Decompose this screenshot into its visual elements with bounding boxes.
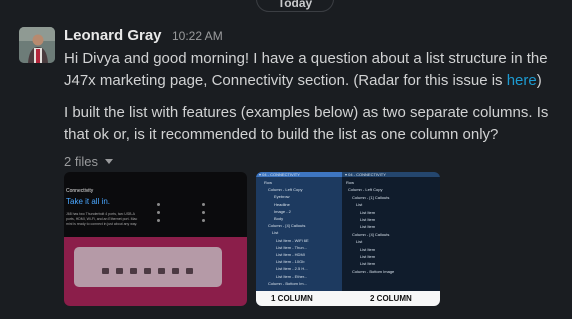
preview-body: J68 has two Thunderbolt 4 ports, two USB… [66, 212, 138, 226]
feature-dot-icon [202, 211, 205, 214]
tree-row: List [356, 239, 363, 245]
port-icon [130, 268, 137, 274]
two-column-tree: ▾ 04 - CONNECTIVITY Row Column - Left Cop… [342, 172, 440, 306]
port-icon [116, 268, 123, 274]
tree-row: List Item - Thun... [276, 244, 308, 250]
paragraph-1-end: ) [536, 72, 542, 89]
message-header: Leonard Gray 10:22 AM [64, 25, 564, 47]
tree-row: Column - Bottom Im... [268, 280, 307, 286]
tree-row: List Item - 2.5 H... [276, 266, 308, 272]
tree-row: List Item [360, 261, 376, 267]
message-paragraph-2: I built the list with features (examples… [64, 104, 549, 143]
feature-dot-icon [202, 203, 205, 206]
tree-header: ▾ 04 - CONNECTIVITY [345, 172, 386, 177]
message: Leonard Gray 10:22 AM Hi Divya and good … [64, 25, 564, 171]
one-column-tree: ▾ 04 - CONNECTIVITY Row Column - Left Cop… [256, 172, 342, 306]
day-divider[interactable]: Today [256, 0, 334, 12]
tree-row: Column - [4] Callouts [352, 231, 390, 237]
tree-row: List Item [360, 224, 376, 230]
label-one-column: 1 COLUMN [271, 294, 313, 303]
tree-row: Headline [274, 201, 290, 207]
tree-header: ▾ 04 - CONNECTIVITY [259, 172, 300, 177]
tree-row: List Item - 10Gb [276, 259, 305, 265]
timestamp[interactable]: 10:22 AM [172, 29, 223, 43]
preview-eyebrow: Connectivity [66, 188, 94, 194]
paragraph-1-text: Hi Divya and good morning! I have a ques… [64, 50, 548, 89]
chevron-down-icon [104, 159, 113, 164]
port-icon [172, 268, 179, 274]
tree-row: List Item - HDMI [276, 252, 305, 257]
tree-row: List Item - WiFi 6E [276, 237, 309, 243]
port-icon [144, 268, 151, 274]
tree-row: Image - 2 [274, 208, 291, 214]
tree-row: List Item [360, 254, 376, 259]
tree-row: List Item [360, 246, 376, 252]
tree-row: List Item - Ether... [276, 273, 308, 279]
tree-row: Column - Bottom Image [352, 268, 395, 274]
avatar[interactable] [19, 27, 55, 63]
tree-row: Column - Left Copy [268, 187, 303, 193]
attachment-thumbnail-1[interactable]: Connectivity Take it all in. J68 has two… [64, 172, 247, 306]
tree-row: Row [346, 180, 355, 185]
avatar-photo [19, 27, 55, 63]
tree-row: List Item [360, 217, 376, 222]
tree-row: Column - Left Copy [348, 187, 383, 193]
tree-row: Row [264, 180, 273, 185]
files-count-label: 2 files [64, 154, 98, 169]
attachment-thumbnail-2[interactable]: ▾ 04 - CONNECTIVITY Row Column - Left Cop… [256, 172, 440, 306]
author-name[interactable]: Leonard Gray [64, 27, 162, 44]
tree-row: List [356, 202, 363, 208]
port-icon [102, 268, 109, 274]
feature-dot-icon [157, 219, 160, 222]
column-labels: 1 COLUMN 2 COLUMN [256, 291, 440, 306]
radar-link[interactable]: here [507, 72, 537, 89]
feature-dot-icon [157, 203, 160, 206]
port-icon [186, 268, 193, 274]
feature-dot-icon [202, 219, 205, 222]
preview-headline: Take it all in. [66, 197, 111, 206]
day-divider-label: Today [277, 0, 313, 10]
files-toggle[interactable]: 2 files [64, 154, 113, 169]
tree-row: Column - [1] Callouts [352, 194, 390, 200]
feature-dot-icon [157, 211, 160, 214]
device-image [74, 247, 222, 287]
tree-row: Eyebrow [274, 194, 290, 200]
label-two-column: 2 COLUMN [370, 294, 412, 303]
tree-row: List [272, 230, 279, 236]
message-paragraph-1: Hi Divya and good morning! I have a ques… [64, 48, 564, 92]
tree-row: List Item [360, 209, 376, 215]
port-icon [158, 268, 165, 274]
tree-row: Body [274, 216, 284, 221]
tree-row: Column - [4] Callouts [268, 223, 306, 229]
